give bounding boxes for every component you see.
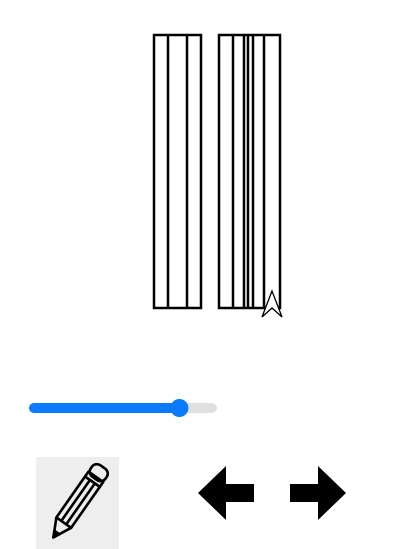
slider-thumb[interactable]	[170, 399, 189, 417]
drawing-canvas[interactable]	[0, 0, 404, 340]
arrow-right-icon	[290, 466, 346, 520]
pencil-icon	[52, 462, 110, 539]
slider-fill	[29, 403, 180, 413]
previous-button[interactable]	[196, 464, 256, 522]
brush-size-slider[interactable]	[27, 398, 219, 418]
arrow-left-icon	[198, 466, 254, 520]
drawing-surface	[152, 33, 283, 318]
next-button[interactable]	[288, 464, 348, 522]
pencil-tool-button[interactable]	[36, 457, 119, 549]
stroke-column	[217, 33, 282, 310]
stroke-column	[152, 33, 203, 310]
drawn-strokes	[152, 33, 282, 310]
